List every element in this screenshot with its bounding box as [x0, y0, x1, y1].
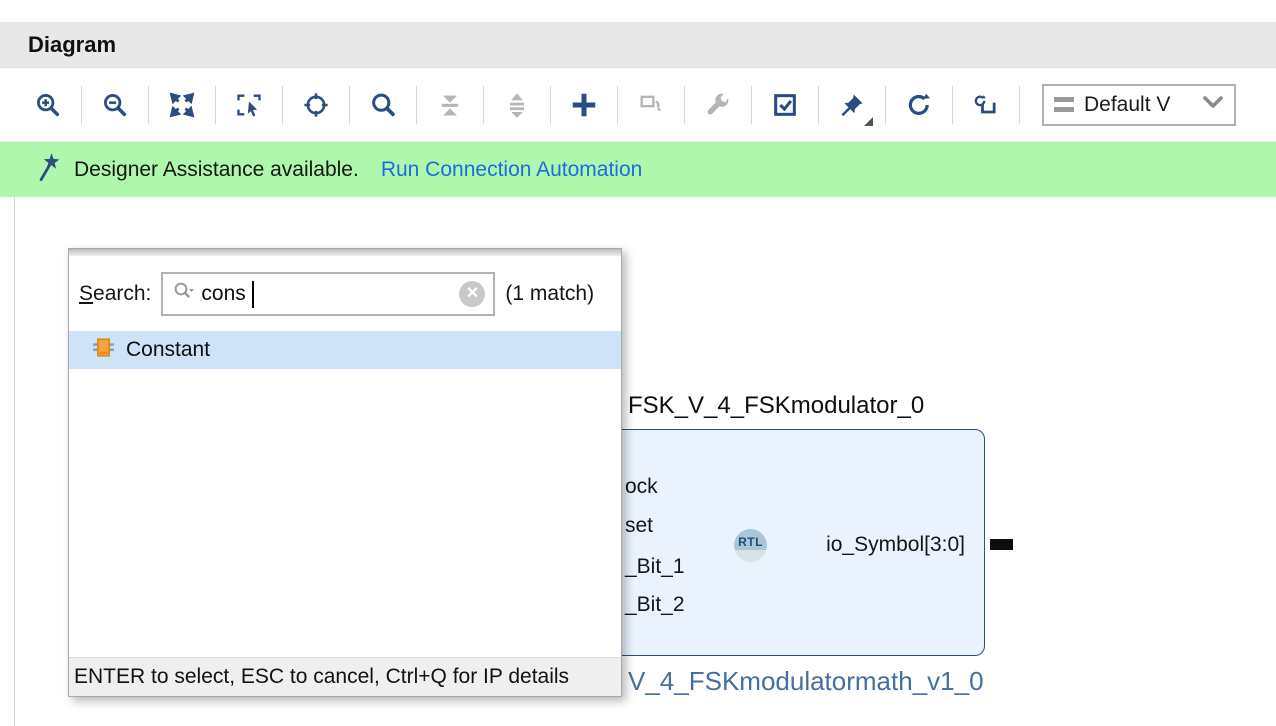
dropdown-corner-indicator: [864, 117, 873, 126]
validate-check-icon: [771, 91, 799, 119]
chevron-down-icon: [1202, 95, 1224, 114]
clear-search-icon[interactable]: ✕: [459, 281, 485, 307]
search-result-item-constant[interactable]: Constant: [69, 331, 621, 369]
block-instance-name: FSK_V_4_FSKmodulator_0: [628, 392, 924, 420]
block-port-clock[interactable]: ock: [625, 475, 658, 499]
toolbar-separator: [483, 86, 484, 124]
expand-hierarchy-button: [494, 82, 540, 128]
regenerate-layout-button[interactable]: [963, 82, 1009, 128]
search-button[interactable]: [360, 82, 406, 128]
toolbar-separator: [617, 86, 618, 124]
canvas-border: [14, 197, 15, 726]
output-port-stub[interactable]: [990, 539, 1013, 550]
toolbar-separator: [148, 86, 149, 124]
toolbar-separator: [349, 86, 350, 124]
popup-footer-hint: ENTER to select, ESC to cancel, Ctrl+Q f…: [74, 665, 569, 689]
text-caret: [252, 281, 254, 308]
refresh-button[interactable]: [896, 82, 942, 128]
expand-icon: [503, 91, 531, 119]
wrench-icon: [704, 91, 732, 119]
run-connection-automation-link[interactable]: Run Connection Automation: [381, 158, 643, 182]
make-external-icon: [637, 91, 665, 119]
layers-icon: [1054, 97, 1074, 112]
zoom-to-selection-button[interactable]: [226, 82, 272, 128]
zoom-out-button[interactable]: [92, 82, 138, 128]
pin-icon: [838, 91, 866, 119]
view-selector-value: Default V: [1084, 93, 1192, 117]
block-port-bit1[interactable]: _Bit_1: [625, 555, 685, 579]
add-ip-button[interactable]: [561, 82, 607, 128]
toolbar-separator: [215, 86, 216, 124]
toolbar-separator: [282, 86, 283, 124]
regenerate-layout-icon: [972, 91, 1000, 119]
collapse-hierarchy-button: [427, 82, 473, 128]
block-port-bit2[interactable]: _Bit_2: [625, 593, 685, 617]
popup-footer: ENTER to select, ESC to cancel, Ctrl+Q f…: [69, 657, 621, 696]
auto-fit-selection-button[interactable]: [293, 82, 339, 128]
toolbar-separator: [416, 86, 417, 124]
banner-message: Designer Assistance available.: [74, 158, 359, 182]
zoom-to-selection-icon: [235, 91, 263, 119]
diagram-toolbar: Default V: [0, 68, 1276, 142]
toolbar-separator: [684, 86, 685, 124]
toolbar-separator: [885, 86, 886, 124]
validate-design-button[interactable]: [762, 82, 808, 128]
view-selector-dropdown[interactable]: Default V: [1042, 84, 1236, 126]
match-count: (1 match): [505, 282, 594, 306]
toolbar-separator: [81, 86, 82, 124]
pin-button[interactable]: [829, 82, 875, 128]
ip-type-label[interactable]: V_4_FSKmodulatormath_v1_0: [628, 666, 984, 697]
magic-wand-icon: [36, 152, 60, 187]
customize-block-button: [695, 82, 741, 128]
crosshair-icon: [302, 91, 330, 119]
ip-constant-icon: [91, 335, 116, 365]
search-query-text: cons: [201, 282, 245, 306]
toolbar-separator: [550, 86, 551, 124]
search-options-icon[interactable]: [171, 280, 195, 309]
toolbar-separator: [952, 86, 953, 124]
diagram-panel-header: Diagram: [0, 22, 1276, 68]
designer-assistance-banner: Designer Assistance available. Run Conne…: [0, 142, 1276, 197]
page-title: Diagram: [28, 32, 116, 58]
collapse-icon: [436, 91, 464, 119]
zoom-in-icon: [34, 91, 62, 119]
make-external-button: [628, 82, 674, 128]
block-port-reset[interactable]: set: [625, 514, 653, 538]
plus-icon: [569, 90, 599, 120]
search-result-label: Constant: [126, 338, 210, 362]
zoom-fit-icon: [168, 91, 196, 119]
block-port-output[interactable]: io_Symbol[3:0]: [760, 533, 965, 557]
popup-resize-grip[interactable]: [69, 249, 621, 256]
zoom-out-icon: [101, 91, 129, 119]
toolbar-separator: [751, 86, 752, 124]
ip-search-popup: Search: cons ✕ (1 match) Constant: [68, 248, 622, 697]
toolbar-separator: [1019, 86, 1020, 124]
search-input[interactable]: cons ✕: [161, 272, 495, 316]
zoom-in-button[interactable]: [25, 82, 71, 128]
zoom-fit-button[interactable]: [159, 82, 205, 128]
search-icon: [369, 91, 397, 119]
search-row: Search: cons ✕ (1 match): [69, 256, 621, 330]
refresh-icon: [905, 91, 933, 119]
toolbar-separator: [818, 86, 819, 124]
search-label: Search:: [79, 282, 151, 306]
